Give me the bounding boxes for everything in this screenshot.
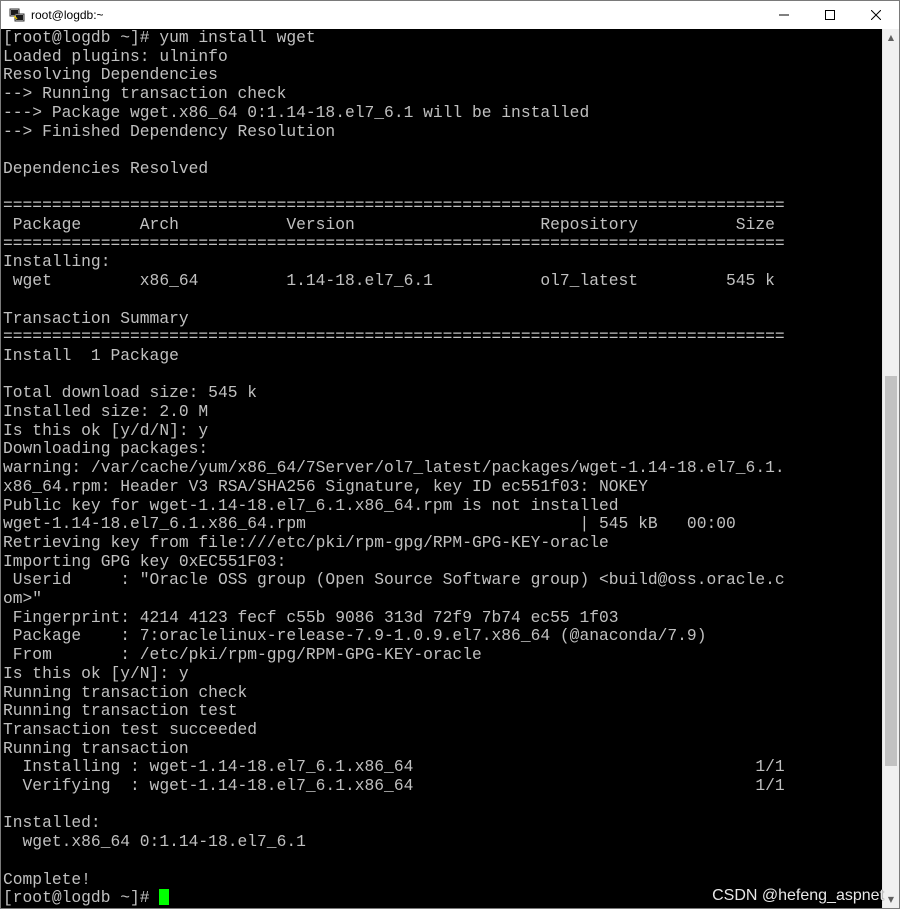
terminal-line: Total download size: 545 k — [3, 383, 258, 403]
scroll-up-arrow-icon[interactable]: ▲ — [883, 29, 899, 46]
terminal-line: ---> Package wget.x86_64 0:1.14-18.el7_6… — [3, 102, 590, 122]
close-button[interactable] — [853, 1, 899, 29]
terminal-line: wget.x86_64 0:1.14-18.el7_6.1 — [3, 832, 306, 852]
terminal-line: Importing GPG key 0xEC551F03: — [3, 551, 287, 571]
terminal-line: Running transaction check — [3, 682, 248, 702]
terminal-line: Userid : "Oracle OSS group (Open Source … — [3, 570, 785, 590]
shell-prompt: [root@logdb ~]# — [3, 888, 160, 908]
terminal-line: Installed size: 2.0 M — [3, 402, 209, 421]
terminal-line: Running transaction — [3, 738, 189, 758]
terminal-line: Package Arch Version Repository Size — [3, 215, 775, 234]
terminal-line: Is this ok [y/N]: y — [3, 663, 189, 683]
terminal-line: --> Running transaction check — [3, 84, 287, 104]
terminal-line: Complete! — [3, 869, 91, 889]
terminal-line: ========================================… — [3, 327, 785, 347]
terminal-line: x86_64.rpm: Header V3 RSA/SHA256 Signatu… — [3, 476, 648, 496]
terminal-line: wget x86_64 1.14-18.el7_6.1 ol7_latest 5… — [3, 271, 775, 291]
text-cursor — [159, 889, 170, 906]
window-controls — [761, 1, 899, 29]
terminal-line: Verifying : wget-1.14-18.el7_6.1.x86_64 … — [3, 776, 785, 795]
terminal-line: Loaded plugins: ulninfo — [3, 46, 228, 66]
terminal-line: Public key for wget-1.14-18.el7_6.1.x86_… — [3, 495, 619, 515]
terminal-line: ========================================… — [3, 233, 785, 253]
terminal-line: Is this ok [y/d/N]: y — [3, 420, 209, 440]
terminal-line: Install 1 Package — [3, 345, 179, 365]
terminal-line: Running transaction test — [3, 701, 238, 721]
terminal-line: --> Finished Dependency Resolution — [3, 121, 336, 141]
terminal-line: Transaction Summary — [3, 308, 189, 328]
vertical-scrollbar[interactable]: ▲ ▼ — [882, 29, 899, 908]
terminal-line: wget-1.14-18.el7_6.1.x86_64.rpm | 545 kB… — [3, 514, 736, 534]
terminal-line: Installing: — [3, 252, 111, 272]
terminal-output[interactable]: [root@logdb ~]# yum install wget Loaded p… — [1, 29, 883, 908]
maximize-button[interactable] — [807, 1, 853, 29]
terminal-line: Installing : wget-1.14-18.el7_6.1.x86_64… — [3, 757, 785, 777]
terminal-line: Downloading packages: — [3, 439, 209, 459]
title-bar[interactable]: root@logdb:~ — [1, 1, 899, 29]
terminal-line: Dependencies Resolved — [3, 158, 209, 178]
putty-terminal-icon[interactable] — [9, 7, 25, 23]
scroll-down-arrow-icon[interactable]: ▼ — [883, 891, 899, 908]
terminal-line: Transaction test succeeded — [3, 719, 258, 739]
terminal-window: root@logdb:~ [root@logdb ~]# yum install… — [0, 0, 900, 909]
scrollbar-thumb[interactable] — [885, 376, 897, 767]
terminal-line: warning: /var/cache/yum/x86_64/7Server/o… — [3, 458, 785, 478]
terminal-line: [root@logdb ~]# yum install wget — [3, 29, 316, 47]
window-title: root@logdb:~ — [31, 8, 104, 22]
terminal-line: Installed: — [3, 813, 101, 833]
minimize-icon — [779, 14, 789, 16]
terminal-line: Package : 7:oraclelinux-release-7.9-1.0.… — [3, 626, 707, 646]
minimize-button[interactable] — [761, 1, 807, 29]
terminal-line: From : /etc/pki/rpm-gpg/RPM-GPG-KEY-orac… — [3, 645, 482, 665]
terminal-line: om>" — [3, 589, 43, 608]
terminal-line: ========================================… — [3, 196, 785, 216]
terminal-line: Fingerprint: 4214 4123 fecf c55b 9086 31… — [3, 607, 619, 627]
close-icon — [871, 10, 881, 20]
prompt-line: [root@logdb ~]# — [3, 888, 170, 908]
watermark: CSDN @hefeng_aspnet — [712, 887, 884, 904]
maximize-icon — [825, 10, 835, 20]
terminal-line: Resolving Dependencies — [3, 65, 218, 85]
terminal-line: Retrieving key from file:///etc/pki/rpm-… — [3, 532, 609, 552]
